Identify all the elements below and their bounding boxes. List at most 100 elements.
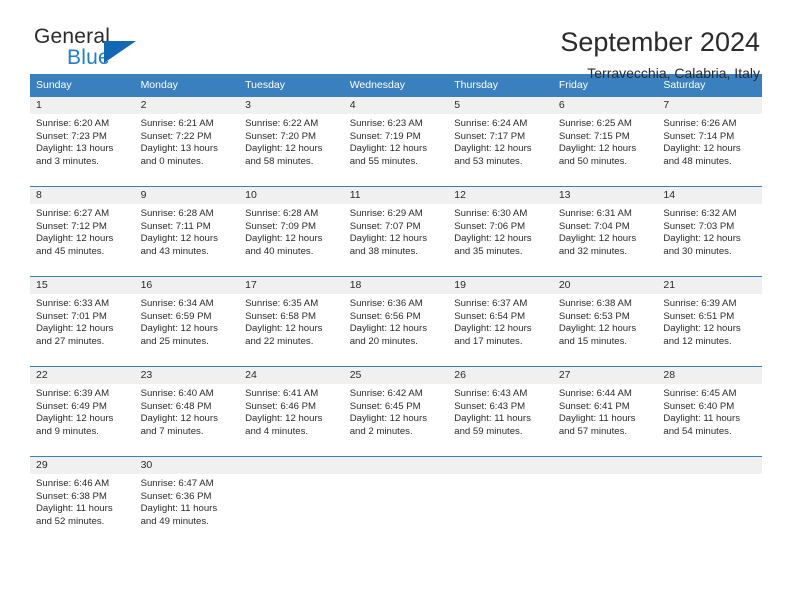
day-cell[interactable]: 2 Sunrise: 6:21 AM Sunset: 7:22 PM Daylight… (134, 96, 240, 187)
calendar-grid: Sunday Monday Tuesday Wednesday Thursday… (30, 74, 762, 545)
daylight-text-line1: Daylight: 12 hours (349, 413, 428, 425)
daylight-text-line1: Daylight: 12 hours (663, 323, 741, 335)
daylight-text-line1: Daylight: 12 hours (454, 143, 532, 155)
day-details: Sunrise: 6:37 AM Sunset: 6:54 PM Daylight:… (448, 294, 553, 348)
day-cell-empty (343, 456, 449, 545)
sunrise-text: Sunrise: 6:29 AM (349, 208, 423, 219)
day-cell[interactable]: 11 Sunrise: 6:29 AM Sunset: 7:07 PM Dayligh… (343, 186, 449, 277)
title-block: September 2024 Terravecchia, Calabria, I… (560, 26, 762, 83)
day-cell[interactable]: 21 Sunrise: 6:39 AM Sunset: 6:51 PM Dayligh… (657, 276, 762, 367)
daylight-text-line1: Daylight: 11 hours (663, 413, 740, 425)
day-cell[interactable]: 28 Sunrise: 6:45 AM Sunset: 6:40 PM Dayligh… (657, 366, 762, 457)
day-cell[interactable]: 14 Sunrise: 6:32 AM Sunset: 7:03 PM Dayligh… (657, 186, 762, 277)
day-cell[interactable]: 22 Sunrise: 6:39 AM Sunset: 6:49 PM Dayligh… (30, 366, 135, 457)
day-cell[interactable]: 25 Sunrise: 6:42 AM Sunset: 6:45 PM Dayligh… (343, 366, 449, 457)
daylight-text-line2: and 43 minutes. (140, 245, 209, 257)
day-number (343, 457, 449, 474)
weekday-header-thursday: Thursday (448, 74, 553, 97)
day-details: Sunrise: 6:40 AM Sunset: 6:48 PM Daylight:… (135, 384, 240, 438)
day-cell[interactable]: 17 Sunrise: 6:35 AM Sunset: 6:58 PM Dayligh… (239, 276, 344, 367)
day-number: 19 (448, 277, 553, 294)
sunset-text: Sunset: 6:54 PM (454, 310, 526, 322)
daylight-text-line1: Daylight: 12 hours (245, 143, 323, 155)
day-details: Sunrise: 6:36 AM Sunset: 6:56 PM Daylight:… (344, 294, 449, 348)
sunset-text: Sunset: 7:04 PM (558, 220, 630, 232)
daylight-text-line2: and 40 minutes. (245, 245, 314, 257)
day-number: 16 (134, 277, 240, 294)
day-number: 5 (448, 97, 553, 114)
day-cell[interactable]: 27 Sunrise: 6:44 AM Sunset: 6:41 PM Dayligh… (552, 366, 658, 457)
daylight-text-line2: and 50 minutes. (558, 155, 628, 167)
day-cell[interactable]: 20 Sunrise: 6:38 AM Sunset: 6:53 PM Dayligh… (552, 276, 658, 367)
daylight-text-line2: and 7 minutes. (140, 425, 204, 437)
day-number: 25 (343, 367, 449, 384)
day-cell[interactable]: 29 Sunrise: 6:46 AM Sunset: 6:38 PM Dayligh… (30, 456, 135, 545)
day-details: Sunrise: 6:22 AM Sunset: 7:20 PM Daylight:… (239, 114, 344, 168)
day-details: Sunrise: 6:29 AM Sunset: 7:07 PM Daylight:… (344, 204, 449, 258)
day-cell[interactable]: 1 Sunrise: 6:20 AM Sunset: 7:23 PM Daylight… (30, 96, 135, 187)
day-details: Sunrise: 6:34 AM Sunset: 6:59 PM Daylight:… (135, 294, 240, 348)
day-cell[interactable]: 7 Sunrise: 6:26 AM Sunset: 7:14 PM Daylight… (657, 96, 762, 187)
day-cell[interactable]: 24 Sunrise: 6:41 AM Sunset: 6:46 PM Dayligh… (239, 366, 344, 457)
day-cell[interactable]: 19 Sunrise: 6:37 AM Sunset: 6:54 PM Dayligh… (448, 276, 553, 367)
sunrise-text: Sunrise: 6:36 AM (349, 298, 423, 309)
daylight-text-line1: Daylight: 12 hours (454, 323, 532, 335)
day-cell[interactable]: 4 Sunrise: 6:23 AM Sunset: 7:19 PM Daylight… (343, 96, 449, 187)
daylight-text-line1: Daylight: 11 hours (454, 413, 531, 425)
day-cell[interactable]: 18 Sunrise: 6:36 AM Sunset: 6:56 PM Dayligh… (343, 276, 449, 367)
day-number: 28 (657, 367, 762, 384)
day-cell[interactable]: 15 Sunrise: 6:33 AM Sunset: 7:01 PM Dayligh… (30, 276, 135, 367)
sunset-text: Sunset: 6:58 PM (245, 310, 317, 322)
brand-logo[interactable]: General Blue (30, 26, 234, 69)
sunrise-text: Sunrise: 6:39 AM (36, 388, 110, 399)
daylight-text-line2: and 12 minutes. (663, 335, 732, 347)
day-details: Sunrise: 6:26 AM Sunset: 7:14 PM Daylight:… (657, 114, 762, 168)
day-details: Sunrise: 6:41 AM Sunset: 6:46 PM Daylight:… (239, 384, 344, 438)
day-details: Sunrise: 6:33 AM Sunset: 7:01 PM Daylight:… (30, 294, 135, 348)
sunset-text: Sunset: 7:22 PM (140, 130, 212, 142)
day-cell[interactable]: 9 Sunrise: 6:28 AM Sunset: 7:11 PM Daylight… (134, 186, 240, 277)
sunrise-text: Sunrise: 6:43 AM (454, 388, 528, 399)
day-cell[interactable]: 26 Sunrise: 6:43 AM Sunset: 6:43 PM Dayligh… (448, 366, 553, 457)
sunset-text: Sunset: 6:46 PM (245, 400, 317, 412)
day-number: 15 (30, 277, 135, 294)
day-cell[interactable]: 6 Sunrise: 6:25 AM Sunset: 7:15 PM Daylight… (552, 96, 658, 187)
day-cell[interactable]: 10 Sunrise: 6:28 AM Sunset: 7:09 PM Dayligh… (239, 186, 344, 277)
calendar-body: 1 Sunrise: 6:20 AM Sunset: 7:23 PM Daylight… (30, 96, 762, 545)
day-cell-empty (239, 456, 344, 545)
daylight-text-line2: and 54 minutes. (663, 425, 732, 437)
day-cell[interactable]: 8 Sunrise: 6:27 AM Sunset: 7:12 PM Daylight… (30, 186, 135, 277)
sunset-text: Sunset: 6:51 PM (663, 310, 735, 322)
daylight-text-line1: Daylight: 13 hours (140, 143, 218, 155)
day-cell[interactable]: 5 Sunrise: 6:24 AM Sunset: 7:17 PM Daylight… (448, 96, 553, 187)
sunrise-text: Sunrise: 6:22 AM (245, 118, 319, 129)
day-cell[interactable]: 3 Sunrise: 6:22 AM Sunset: 7:20 PM Daylight… (239, 96, 344, 187)
day-cell[interactable]: 23 Sunrise: 6:40 AM Sunset: 6:48 PM Dayligh… (134, 366, 240, 457)
daylight-text-line2: and 35 minutes. (454, 245, 523, 257)
day-cell[interactable]: 16 Sunrise: 6:34 AM Sunset: 6:59 PM Dayligh… (134, 276, 240, 367)
day-details: Sunrise: 6:45 AM Sunset: 6:40 PM Daylight:… (657, 384, 762, 438)
day-details: Sunrise: 6:21 AM Sunset: 7:22 PM Daylight:… (135, 114, 240, 168)
sunset-text: Sunset: 7:03 PM (663, 220, 735, 232)
day-cell[interactable]: 12 Sunrise: 6:30 AM Sunset: 7:06 PM Dayligh… (448, 186, 553, 277)
sunrise-text: Sunrise: 6:27 AM (36, 208, 110, 219)
day-number (552, 457, 658, 474)
day-number: 18 (343, 277, 449, 294)
sunrise-text: Sunrise: 6:35 AM (245, 298, 319, 309)
day-number: 27 (552, 367, 658, 384)
sunrise-text: Sunrise: 6:41 AM (245, 388, 319, 399)
sunset-text: Sunset: 6:53 PM (558, 310, 630, 322)
sunset-text: Sunset: 6:40 PM (663, 400, 735, 412)
sunrise-text: Sunrise: 6:47 AM (140, 478, 214, 489)
day-cell[interactable]: 30 Sunrise: 6:47 AM Sunset: 6:36 PM Dayligh… (134, 456, 240, 545)
sunrise-text: Sunrise: 6:25 AM (558, 118, 632, 129)
day-cell[interactable]: 13 Sunrise: 6:31 AM Sunset: 7:04 PM Dayligh… (552, 186, 658, 277)
daylight-text-line1: Daylight: 12 hours (36, 323, 114, 335)
day-details: Sunrise: 6:20 AM Sunset: 7:23 PM Daylight:… (30, 114, 135, 168)
daylight-text-line1: Daylight: 11 hours (140, 503, 218, 515)
daylight-text-line2: and 0 minutes. (140, 155, 204, 167)
daylight-text-line1: Daylight: 12 hours (140, 323, 218, 335)
daylight-text-line1: Daylight: 12 hours (663, 233, 741, 245)
day-number: 14 (657, 187, 762, 204)
sunrise-text: Sunrise: 6:21 AM (140, 118, 214, 129)
